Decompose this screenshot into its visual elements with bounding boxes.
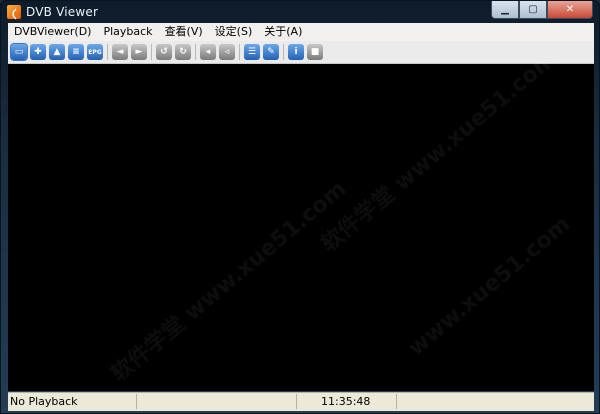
- menu-view[interactable]: 查看(V): [159, 23, 209, 41]
- timer-icon[interactable]: ▲: [49, 44, 65, 60]
- clock-time: 11:35:48: [321, 395, 371, 408]
- title-bar[interactable]: DVB Viewer ▁ ▢ ✕: [1, 1, 599, 23]
- menu-dvbviewer[interactable]: DVBViewer(D): [8, 23, 97, 41]
- toolbar-separator: [107, 44, 108, 60]
- status-bar: No Playback 11:35:48: [8, 392, 594, 411]
- menu-playback[interactable]: Playback: [97, 23, 158, 41]
- timeshift-back-icon[interactable]: ↺: [156, 44, 172, 60]
- toolbar-separator: [151, 44, 152, 60]
- app-window: DVB Viewer ▁ ▢ ✕ DVBViewer(D) Playback 查…: [0, 0, 600, 414]
- close-button[interactable]: ✕: [547, 1, 593, 19]
- playback-status: No Playback: [10, 395, 78, 408]
- watermark: 软件学堂 www.xue51.com: [106, 176, 352, 388]
- toolbar-separator: [283, 44, 284, 60]
- mute-icon[interactable]: ◃: [219, 44, 235, 60]
- settings-icon[interactable]: ☰: [244, 44, 260, 60]
- tv-window-icon[interactable]: ▭: [10, 43, 28, 61]
- watermark: 软件学堂 www.xue51.com: [316, 46, 562, 258]
- stop-icon[interactable]: ■: [307, 44, 323, 60]
- toolbar: ▭ ✚ ▲ ≡ EPG ◄ ► ↺ ↻ ◂ ◃ ☰ ✎ i ■: [8, 41, 594, 64]
- status-divider: [136, 394, 137, 409]
- epg-icon[interactable]: EPG: [87, 44, 103, 60]
- record-list-icon[interactable]: ≡: [68, 44, 84, 60]
- minimize-button[interactable]: ▁: [491, 1, 519, 19]
- menu-bar: DVBViewer(D) Playback 查看(V) 设定(S) 关于(A): [8, 23, 594, 41]
- add-channel-icon[interactable]: ✚: [30, 44, 46, 60]
- toolbar-separator: [195, 44, 196, 60]
- tools-icon[interactable]: ✎: [263, 44, 279, 60]
- menu-about[interactable]: 关于(A): [258, 23, 308, 41]
- status-divider: [396, 394, 397, 409]
- maximize-button[interactable]: ▢: [519, 1, 547, 19]
- menu-settings[interactable]: 设定(S): [209, 23, 259, 41]
- info-icon[interactable]: i: [288, 44, 304, 60]
- caption-buttons: ▁ ▢ ✕: [491, 1, 593, 19]
- channel-prev-icon[interactable]: ◄: [112, 44, 128, 60]
- status-divider: [296, 394, 297, 409]
- channel-next-icon[interactable]: ►: [131, 44, 147, 60]
- app-icon[interactable]: [7, 5, 21, 19]
- volume-down-icon[interactable]: ◂: [200, 44, 216, 60]
- watermark: www.xue51.com: [403, 211, 576, 362]
- video-area[interactable]: 软件学堂 www.xue51.com 软件学堂 www.xue51.com ww…: [8, 46, 594, 391]
- timeshift-forward-icon[interactable]: ↻: [175, 44, 191, 60]
- toolbar-separator: [239, 44, 240, 60]
- window-title: DVB Viewer: [26, 5, 99, 19]
